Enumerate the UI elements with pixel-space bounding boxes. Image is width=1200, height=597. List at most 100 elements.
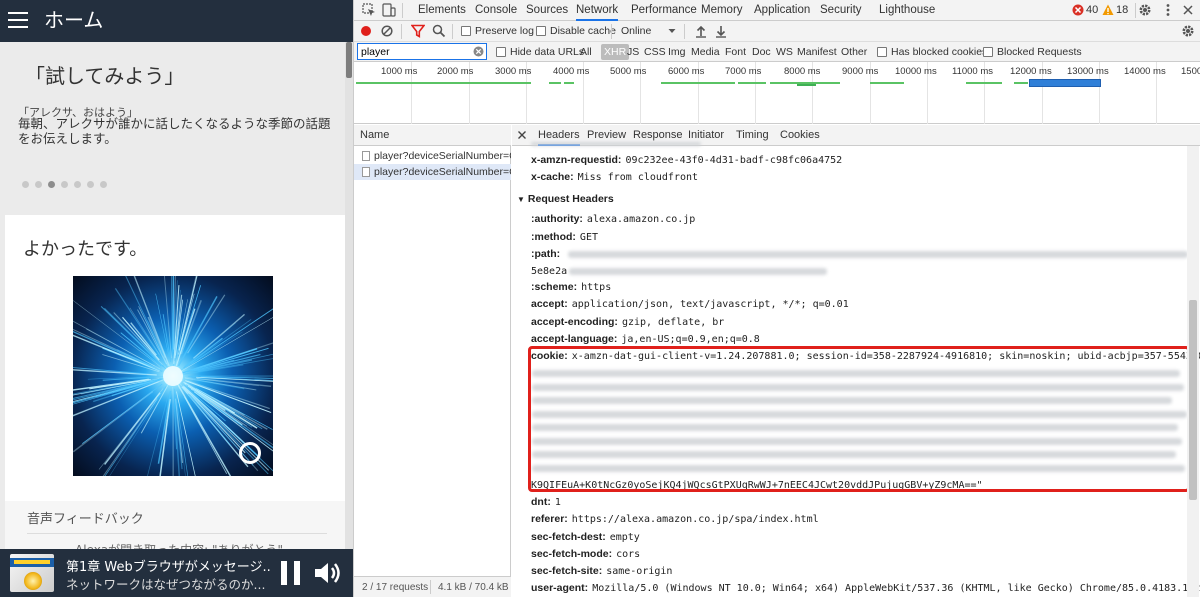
warning-icon[interactable] [1102, 4, 1114, 16]
disable-cache-label: Disable cache [550, 25, 616, 37]
type-filter-all[interactable]: All [580, 42, 592, 62]
network-status-bar: 2 / 17 requests 4.1 kB / 70.4 kB t [354, 576, 511, 597]
warning-count[interactable]: 18 [1116, 4, 1128, 17]
record-icon[interactable] [360, 25, 372, 37]
divider [452, 24, 453, 39]
carousel-dot[interactable] [61, 181, 68, 188]
carousel-dot-active[interactable] [48, 181, 55, 188]
type-filter-img[interactable]: Img [668, 42, 686, 62]
request-row-selected[interactable]: player?deviceSerialNumber=G... [354, 164, 511, 180]
blocked-requests-checkbox[interactable] [983, 47, 993, 57]
type-filter-xhr[interactable]: XHR [601, 44, 630, 60]
request-name: player?deviceSerialNumber=G... [374, 150, 511, 162]
chevron-down-icon[interactable] [668, 26, 676, 36]
filter-icon[interactable] [411, 24, 425, 38]
divider [401, 24, 402, 39]
type-filter-other[interactable]: Other [841, 42, 867, 62]
carousel-dot[interactable] [87, 181, 94, 188]
device-toolbar-icon[interactable] [382, 3, 396, 17]
disable-cache-checkbox[interactable] [536, 26, 546, 36]
type-filter-manifest[interactable]: Manifest [797, 42, 837, 62]
carousel-dot[interactable] [22, 181, 29, 188]
inspect-element-icon[interactable] [362, 3, 376, 17]
type-filter-js[interactable]: JS [627, 42, 639, 62]
slide-title: 「試してみよう」 [25, 64, 185, 88]
header-row: x-cache: Miss from cloudfront [531, 171, 699, 183]
voice-feedback-section: 音声フィードバック Alexaが聞き取った内容: "ありがとう" [5, 501, 345, 557]
scrollbar-thumb[interactable] [346, 42, 352, 78]
blocked-cookies-checkbox[interactable] [877, 47, 887, 57]
tick-label: 6000 ms [668, 66, 705, 77]
tick-label: 10000 ms [895, 66, 937, 77]
request-name: player?deviceSerialNumber=G... [374, 166, 511, 178]
carousel-dot[interactable] [35, 181, 42, 188]
hamburger-menu-icon[interactable] [8, 11, 28, 29]
header-row: :path: [531, 248, 561, 260]
waterfall-selected-bar [1029, 79, 1101, 87]
tab-cookies[interactable]: Cookies [780, 125, 820, 146]
alexa-ring-icon [239, 442, 261, 464]
close-devtools-icon[interactable] [1181, 3, 1195, 17]
waterfall-bar [564, 82, 574, 84]
tick-label: 5000 ms [610, 66, 647, 77]
pause-button[interactable] [281, 561, 303, 585]
waterfall-bar [661, 82, 735, 84]
network-settings-gear-icon[interactable] [1181, 24, 1195, 38]
network-overview-timeline[interactable]: 1000 ms 2000 ms 3000 ms 4000 ms 5000 ms … [354, 62, 1200, 124]
triangle-down-icon: ▼ [517, 195, 525, 204]
tab-sources[interactable]: Sources [526, 0, 568, 21]
more-options-icon[interactable] [1161, 3, 1175, 17]
divider [27, 533, 327, 534]
header-row: x-amzn-requestid: 09c232ee-43f0-4d31-badf… [531, 154, 843, 166]
settings-gear-icon[interactable] [1138, 3, 1152, 17]
header-row: sec-fetch-dest: empty [531, 531, 640, 543]
waterfall-bar [738, 82, 766, 84]
tick-label: 2000 ms [437, 66, 474, 77]
tab-memory[interactable]: Memory [701, 0, 743, 21]
hide-data-urls-checkbox[interactable] [496, 47, 506, 57]
tab-security[interactable]: Security [820, 0, 862, 21]
throttling-select[interactable]: Online [621, 21, 651, 41]
tick-label: 12000 ms [1010, 66, 1052, 77]
details-scrollbar[interactable] [1187, 146, 1199, 597]
request-details: Headers Preview Response Initiator Timin… [512, 125, 1200, 597]
blocked-cookies-label: Has blocked cookies [891, 46, 988, 58]
tab-console[interactable]: Console [475, 0, 517, 21]
carousel-dot[interactable] [74, 181, 81, 188]
carousel-dot[interactable] [100, 181, 107, 188]
type-filter-ws[interactable]: WS [776, 42, 793, 62]
tab-lighthouse[interactable]: Lighthouse [879, 0, 935, 21]
clear-filter-icon[interactable] [473, 46, 484, 57]
type-filter-css[interactable]: CSS [644, 42, 666, 62]
export-har-icon[interactable] [714, 24, 728, 38]
type-filter-doc[interactable]: Doc [752, 42, 771, 62]
tab-elements[interactable]: Elements [418, 0, 466, 21]
divider [1135, 3, 1136, 18]
preserve-log-checkbox[interactable] [461, 26, 471, 36]
redacted-path [568, 251, 1188, 258]
album-art[interactable] [10, 554, 54, 592]
tab-network[interactable]: Network [576, 0, 619, 21]
import-har-icon[interactable] [694, 24, 708, 38]
scrollbar-thumb[interactable] [1189, 300, 1197, 500]
transferred-size: 4.1 kB / 70.4 kB t [438, 582, 511, 593]
name-column-header[interactable]: Name [354, 125, 511, 146]
devtools-panel: Elements Console Sources Network Perform… [353, 0, 1200, 597]
search-icon[interactable] [432, 24, 446, 38]
error-icon[interactable] [1072, 4, 1084, 16]
filter-input[interactable] [357, 43, 487, 60]
tab-application[interactable]: Application [754, 0, 810, 21]
request-headers-section-toggle[interactable]: ▼ Request Headers [517, 191, 614, 208]
error-count[interactable]: 40 [1086, 4, 1098, 17]
app-scrollbar[interactable] [345, 42, 353, 549]
tab-performance[interactable]: Performance [631, 0, 697, 21]
type-filter-media[interactable]: Media [691, 42, 720, 62]
clear-icon[interactable] [381, 25, 393, 37]
tab-timing[interactable]: Timing [736, 125, 769, 146]
close-details-icon[interactable] [517, 130, 527, 140]
header-row: accept-encoding: gzip, deflate, br [531, 316, 725, 328]
volume-icon[interactable] [313, 561, 343, 585]
cookie-highlight-box [528, 346, 1190, 492]
request-row[interactable]: player?deviceSerialNumber=G... [354, 148, 511, 164]
type-filter-font[interactable]: Font [725, 42, 746, 62]
